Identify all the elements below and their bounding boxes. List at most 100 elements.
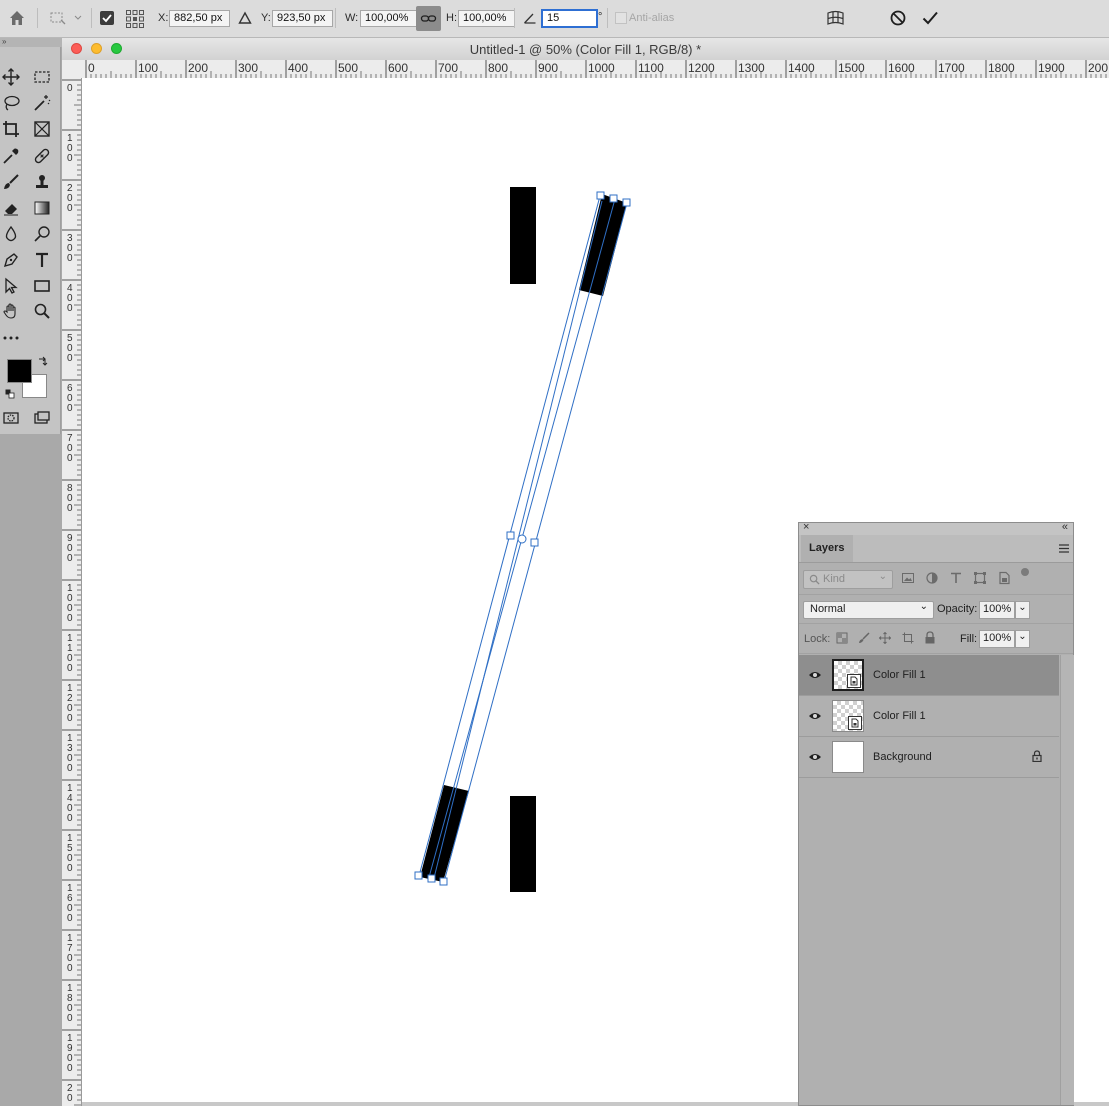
transform-handle-left [506, 531, 515, 540]
ruler-label: 700 [438, 61, 458, 75]
layer-name[interactable]: Background [873, 751, 932, 763]
tab-layers[interactable]: Layers [801, 535, 853, 562]
filter-kind-label: Kind [823, 573, 846, 585]
filter-toggle-icon[interactable] [1021, 568, 1029, 576]
reference-point-icon[interactable] [125, 9, 145, 29]
transform-handles[interactable] [414, 191, 631, 886]
blur-tool-icon[interactable] [0, 223, 22, 245]
layer-name[interactable]: Color Fill 1 [873, 669, 926, 681]
layers-scrollbar[interactable] [1060, 655, 1074, 1105]
lock-image-pixels-icon[interactable] [858, 632, 870, 644]
blend-mode-value: Normal [810, 603, 846, 615]
healing-brush-tool-icon[interactable] [31, 145, 53, 167]
rectangle-tool-icon[interactable] [31, 275, 53, 297]
ruler-label: 700 [67, 433, 73, 464]
antialias-checkbox[interactable] [615, 12, 627, 24]
type-tool-icon[interactable] [31, 249, 53, 271]
lock-position-icon[interactable] [878, 631, 892, 645]
commit-icon[interactable] [921, 9, 939, 27]
ruler-label: 1500 [838, 61, 865, 75]
gradient-tool-icon[interactable] [31, 197, 53, 219]
opacity-dropdown-button[interactable]: ⌄ [1015, 601, 1030, 619]
pen-tool-icon[interactable] [0, 249, 22, 271]
more-tools-icon[interactable] [0, 327, 22, 349]
lock-transparent-pixels-icon[interactable] [836, 632, 848, 644]
layer-name[interactable]: Color Fill 1 [873, 710, 926, 722]
warp-icon[interactable] [826, 9, 845, 28]
transform-handle-top [609, 194, 618, 203]
bottom-black-bar[interactable] [510, 796, 536, 892]
ruler-label: 400 [288, 61, 308, 75]
swap-colors-icon[interactable] [37, 356, 48, 367]
filter-kind-select[interactable]: Kind ⌄ [803, 570, 893, 589]
lock-artboard-icon[interactable] [902, 632, 914, 644]
path-selection-tool-icon[interactable] [0, 275, 22, 297]
filter-shape-icon[interactable] [973, 571, 987, 585]
visibility-eye-icon[interactable] [808, 750, 822, 764]
layer-row-background[interactable]: Background [799, 737, 1059, 778]
top-black-bar[interactable] [510, 187, 536, 284]
horizontal-ruler[interactable]: 0 100 200 300 400 500 600 700 800 900 1000 1100 1200… [82, 60, 1109, 79]
ruler-label: 500 [67, 333, 73, 364]
angle-icon [523, 11, 537, 25]
panel-menu-icon[interactable] [1059, 544, 1069, 553]
ruler-label: 1400 [67, 783, 73, 824]
visibility-eye-icon[interactable] [808, 709, 822, 723]
show-transform-controls-checkbox[interactable] [100, 11, 114, 25]
zoom-tool-icon[interactable] [31, 300, 53, 322]
default-colors-icon[interactable] [5, 389, 15, 399]
fill-field[interactable]: 100% [979, 630, 1015, 648]
foreground-color-swatch-front[interactable] [7, 359, 32, 383]
vertical-ruler[interactable]: 0 100 200 300 400 500 600 700 800 900 1000 1100 1200… [62, 78, 82, 1106]
filter-adjustment-icon[interactable] [925, 571, 939, 585]
transform-handle-bottom [427, 874, 436, 883]
lasso-tool-icon[interactable] [0, 92, 22, 114]
ruler-label: 1000 [67, 583, 73, 624]
filter-smart-object-icon[interactable] [997, 571, 1011, 585]
lock-fill-row: Lock: Fill: 100% ⌄ [799, 624, 1073, 654]
move-tool-icon[interactable] [0, 66, 22, 88]
rotation-angle-field[interactable]: 15 [541, 9, 598, 28]
delta-icon[interactable] [238, 11, 252, 25]
link-icon[interactable] [416, 6, 441, 31]
dodge-tool-icon[interactable] [31, 223, 53, 245]
blend-mode-select[interactable]: Normal ⌄ [803, 601, 934, 619]
fill-dropdown-button[interactable]: ⌄ [1015, 630, 1030, 648]
rotated-bottom-bar[interactable] [420, 785, 469, 882]
x-position-field[interactable]: 882,50 px [169, 10, 230, 27]
filter-type-icon[interactable] [949, 571, 963, 585]
home-icon[interactable] [8, 9, 26, 27]
magic-wand-tool-icon[interactable] [31, 92, 53, 114]
lock-all-icon[interactable] [924, 631, 936, 644]
opacity-field[interactable]: 100% [979, 601, 1015, 619]
ruler-label: 1300 [67, 733, 73, 774]
filter-pixel-icon[interactable] [901, 571, 915, 585]
close-panel-icon[interactable]: × [803, 521, 809, 533]
collapse-panel-icon[interactable]: « [1062, 521, 1068, 533]
crop-tool-icon[interactable] [0, 118, 22, 140]
width-field[interactable]: 100,00% [360, 10, 418, 27]
stamp-tool-icon[interactable] [31, 171, 53, 193]
h-label: H: [446, 12, 457, 24]
screen-mode-icon[interactable] [31, 407, 53, 429]
layer-row-color-fill-1-selected[interactable]: Color Fill 1 [799, 655, 1059, 696]
brush-tool-icon[interactable] [0, 171, 22, 193]
hand-tool-icon[interactable] [0, 300, 22, 322]
y-position-field[interactable]: 923,50 px [272, 10, 333, 27]
visibility-eye-icon[interactable] [808, 668, 822, 682]
quick-mask-icon[interactable] [0, 407, 22, 429]
eyedropper-tool-icon[interactable] [0, 145, 22, 167]
frame-tool-icon[interactable] [31, 118, 53, 140]
eraser-tool-icon[interactable] [0, 197, 22, 219]
layer-lock-icon[interactable] [1032, 750, 1042, 763]
marquee-tool-icon[interactable] [31, 66, 53, 88]
ruler-origin[interactable] [62, 60, 82, 79]
rotated-top-bar[interactable] [579, 194, 627, 296]
smart-object-badge-icon [848, 716, 862, 730]
layer-row-color-fill-1[interactable]: Color Fill 1 [799, 696, 1059, 737]
search-icon [809, 574, 820, 585]
transform-tool-icon[interactable] [48, 10, 84, 26]
height-field[interactable]: 100,00% [458, 10, 515, 27]
cancel-icon[interactable] [889, 9, 907, 27]
layer-thumbnail [832, 659, 864, 691]
